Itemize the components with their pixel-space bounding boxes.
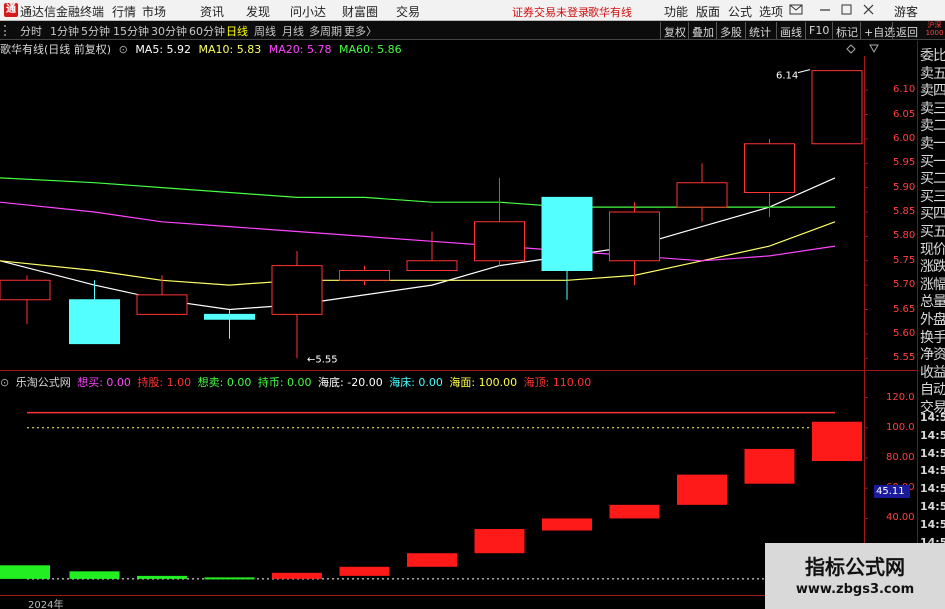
kline-chart[interactable]: 6.14 ←5.55 bbox=[0, 0, 917, 609]
price-tick-label: 5.55 bbox=[893, 352, 916, 364]
side-trade-time: 14:56 bbox=[920, 500, 945, 513]
price-tick-label: 5.70 bbox=[893, 279, 916, 291]
price-tick-label: 6.05 bbox=[893, 108, 916, 120]
side-trade-time: 14:56 bbox=[920, 482, 945, 496]
watermark: 指标公式网 www.zbgs3.com bbox=[765, 543, 945, 609]
indicator-bar-red bbox=[542, 518, 592, 531]
price-tick-label: 5.80 bbox=[893, 230, 916, 242]
candle-down bbox=[541, 196, 593, 271]
indicator-tick-label: 120.0 bbox=[886, 391, 915, 403]
indicator-bar-red bbox=[407, 553, 457, 567]
price-tick-label: 5.60 bbox=[893, 327, 916, 339]
indicator-bar-green bbox=[137, 575, 187, 579]
watermark-title: 指标公式网 bbox=[805, 555, 905, 579]
candle-up bbox=[136, 294, 188, 315]
candle-up bbox=[811, 70, 863, 145]
indicator-bar-red bbox=[744, 448, 795, 484]
price-tick-label: 5.85 bbox=[893, 206, 916, 217]
side-trade-time: 14:56 bbox=[920, 446, 945, 460]
indicator-bar-green bbox=[69, 571, 120, 579]
market-corner-tag: 沪深 1000 bbox=[925, 21, 944, 37]
indicator-bar-green bbox=[204, 577, 255, 580]
indicator-bar-red bbox=[474, 529, 525, 554]
ma-line-ma20 bbox=[0, 201, 836, 262]
candle-up bbox=[474, 221, 525, 262]
price-tick-label: 5.65 bbox=[893, 303, 916, 315]
price-tick-label: 5.90 bbox=[893, 181, 916, 193]
candle-up bbox=[609, 211, 660, 262]
price-tick-label: 6.00 bbox=[893, 132, 916, 144]
indicator-current-value: 45.11 bbox=[874, 485, 910, 498]
indicator-bar-red bbox=[272, 572, 322, 579]
high-price-label: 6.14 bbox=[776, 71, 798, 82]
price-tick-label: 6.10 bbox=[893, 84, 916, 96]
candle-up bbox=[676, 182, 728, 208]
low-price-label: ←5.55 bbox=[307, 354, 338, 365]
chart-options-icon[interactable] bbox=[846, 44, 856, 54]
indicator-bar-red bbox=[339, 566, 390, 576]
ma-line-ma10 bbox=[0, 221, 836, 286]
side-trade-time: 14:56 bbox=[920, 411, 945, 424]
chart-collapse-icon[interactable] bbox=[869, 44, 879, 54]
indicator-tick-label: 80.00 bbox=[886, 452, 915, 463]
indicator-bar-red bbox=[609, 504, 660, 519]
side-trade-time: 14:56 bbox=[920, 464, 945, 478]
indicator-bar-red bbox=[677, 474, 727, 505]
year-label: 2024年 bbox=[28, 600, 64, 609]
side-trade-time: 14:56 bbox=[920, 517, 945, 531]
price-tick-label: 5.75 bbox=[893, 254, 916, 266]
candle-up bbox=[406, 260, 458, 271]
high-arrow-icon bbox=[797, 69, 811, 74]
watermark-url: www.zbgs3.com bbox=[795, 582, 915, 597]
candle-up bbox=[0, 279, 51, 301]
indicator-tick-label: 100.0 bbox=[886, 421, 915, 433]
candle-up bbox=[744, 143, 795, 193]
side-trade-time: 14:56 bbox=[920, 428, 945, 442]
quote-side-panel: 委比 卖五 卖四 卖三 卖二 卖一 买一 买二 买三 买四 买五 现价 涨跌 涨幅 总量 外盘 换手 净资 收益 自动… bbox=[917, 41, 945, 609]
candle-down bbox=[69, 299, 120, 345]
indicator-bar-green bbox=[0, 565, 50, 579]
indicator-bar-red bbox=[812, 421, 862, 462]
candle-down bbox=[204, 313, 255, 320]
candle-up bbox=[271, 265, 323, 315]
candle-up bbox=[339, 270, 390, 281]
indicator-tick-label: 40.00 bbox=[886, 512, 915, 524]
price-tick-label: 5.95 bbox=[893, 157, 916, 169]
